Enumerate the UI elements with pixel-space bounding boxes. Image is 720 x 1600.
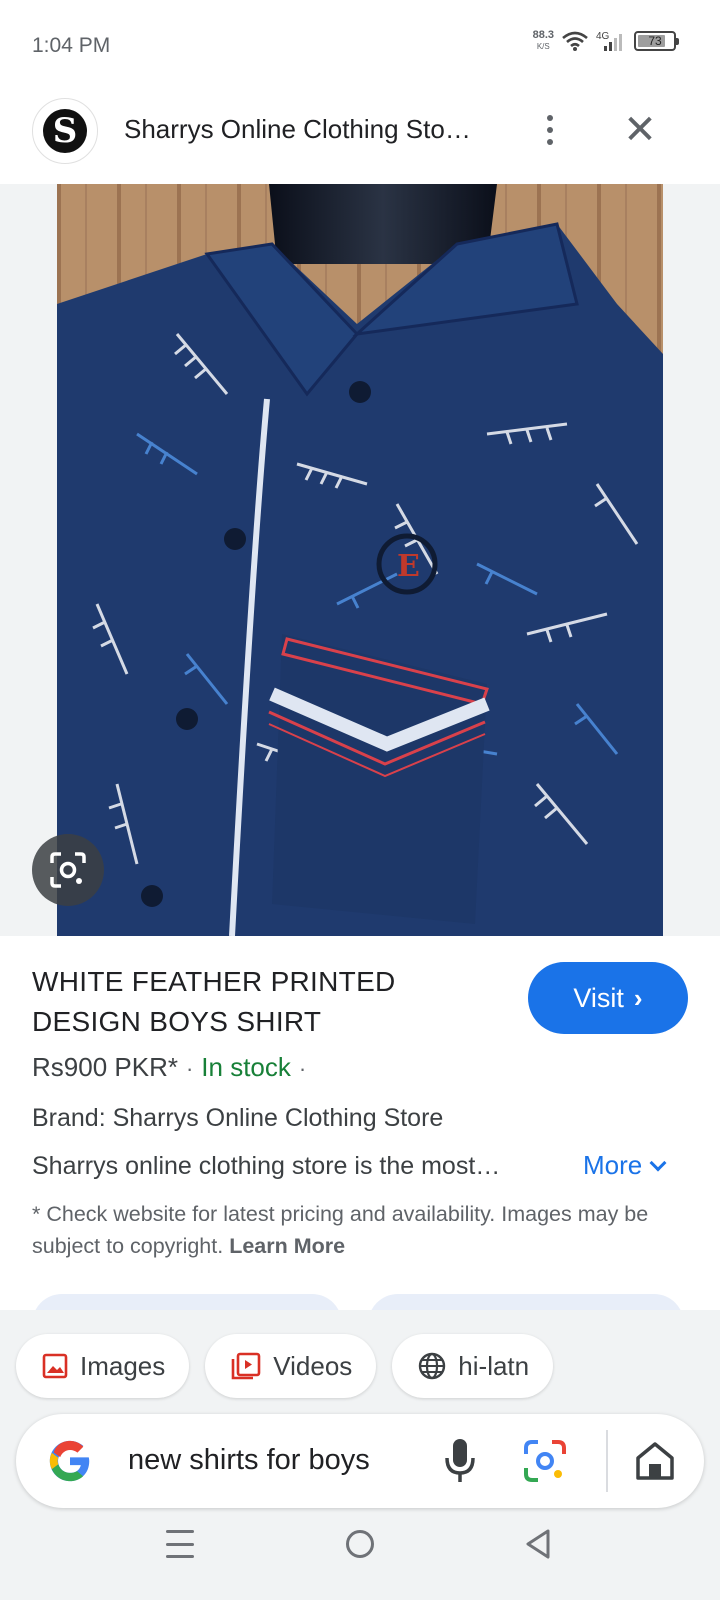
net-speed: 88.3 K/S — [533, 30, 554, 52]
more-label: More — [583, 1150, 643, 1180]
brand-line: Brand: Sharrys Online Clothing Store — [32, 1104, 444, 1132]
search-query[interactable]: new shirts for boys — [128, 1444, 370, 1477]
back-icon[interactable] — [524, 1528, 552, 1560]
search-chips: Images Videos hi-latn — [16, 1334, 554, 1398]
battery-level: 73 — [648, 34, 662, 48]
more-options-icon[interactable] — [530, 110, 570, 150]
cell-signal-icon: 4G — [596, 31, 622, 51]
site-logo[interactable]: S — [32, 98, 98, 164]
more-button[interactable]: More — [583, 1150, 667, 1181]
net-speed-value: 88.3 — [532, 29, 554, 41]
product-description: Sharrys online clothing store is the mos… — [32, 1152, 501, 1180]
chip-label: Videos — [273, 1350, 353, 1381]
chevron-down-icon — [649, 1154, 667, 1171]
video-icon — [231, 1352, 261, 1380]
visit-label: Visit — [573, 982, 624, 1013]
globe-icon — [419, 1352, 446, 1380]
system-nav-bar — [0, 1500, 720, 1600]
site-logo-letter: S — [43, 109, 87, 153]
net-speed-unit: K/S — [536, 42, 550, 51]
recent-apps-icon[interactable] — [166, 1530, 194, 1558]
visit-button[interactable]: Visit › — [528, 962, 688, 1034]
image-preview-area: E — [0, 184, 720, 936]
product-title: WHITE FEATHER PRINTED DESIGN BOYS SHIRT — [32, 966, 396, 1037]
related-card[interactable] — [368, 1294, 684, 1310]
wifi-icon — [562, 31, 588, 51]
battery-icon: 73 — [634, 31, 679, 51]
mic-icon[interactable] — [440, 1436, 480, 1486]
learn-more-link[interactable]: Learn More — [229, 1234, 345, 1258]
google-lens-icon[interactable] — [522, 1438, 568, 1484]
image-icon — [42, 1353, 68, 1379]
shirt-photo: E — [57, 184, 663, 936]
chip-images[interactable]: Images — [16, 1334, 190, 1398]
status-time: 1:04 PM — [32, 34, 111, 57]
chip-label: Images — [80, 1350, 166, 1381]
google-logo-icon — [49, 1440, 90, 1482]
search-divider — [606, 1430, 608, 1492]
chevron-right-icon: › — [633, 982, 643, 1013]
separator-dot: · — [185, 1056, 194, 1081]
site-title[interactable]: Sharrys Online Clothing Sto… — [124, 114, 494, 145]
related-results-peek — [0, 1290, 720, 1310]
status-bar: 1:04 PM 88.3 K/S 4G 73 — [0, 0, 720, 92]
chip-videos[interactable]: Videos — [205, 1334, 377, 1398]
status-indicators: 88.3 K/S 4G 73 — [533, 30, 679, 52]
network-type: 4G — [596, 31, 610, 42]
separator-dot: · — [298, 1056, 307, 1081]
chip-language[interactable]: hi-latn — [392, 1334, 554, 1398]
home-icon[interactable] — [634, 1440, 676, 1482]
price: Rs900 PKR* — [32, 1052, 178, 1082]
related-card[interactable] — [32, 1294, 342, 1310]
chip-label: hi-latn — [458, 1350, 530, 1381]
lens-icon — [50, 852, 86, 888]
price-line: Rs900 PKR* · In stock · — [32, 1052, 314, 1083]
svg-text:E: E — [397, 549, 420, 584]
search-bar[interactable]: new shirts for boys — [16, 1414, 704, 1508]
home-button-icon[interactable] — [346, 1530, 374, 1558]
disclaimer: * Check website for latest pricing and a… — [32, 1198, 672, 1262]
stock-status: In stock — [201, 1052, 291, 1082]
product-image[interactable]: E — [57, 184, 663, 936]
visual-search-button[interactable] — [32, 834, 104, 906]
close-icon[interactable]: ✕ — [618, 108, 662, 152]
viewer-header: S Sharrys Online Clothing Sto… ✕ — [0, 92, 720, 184]
